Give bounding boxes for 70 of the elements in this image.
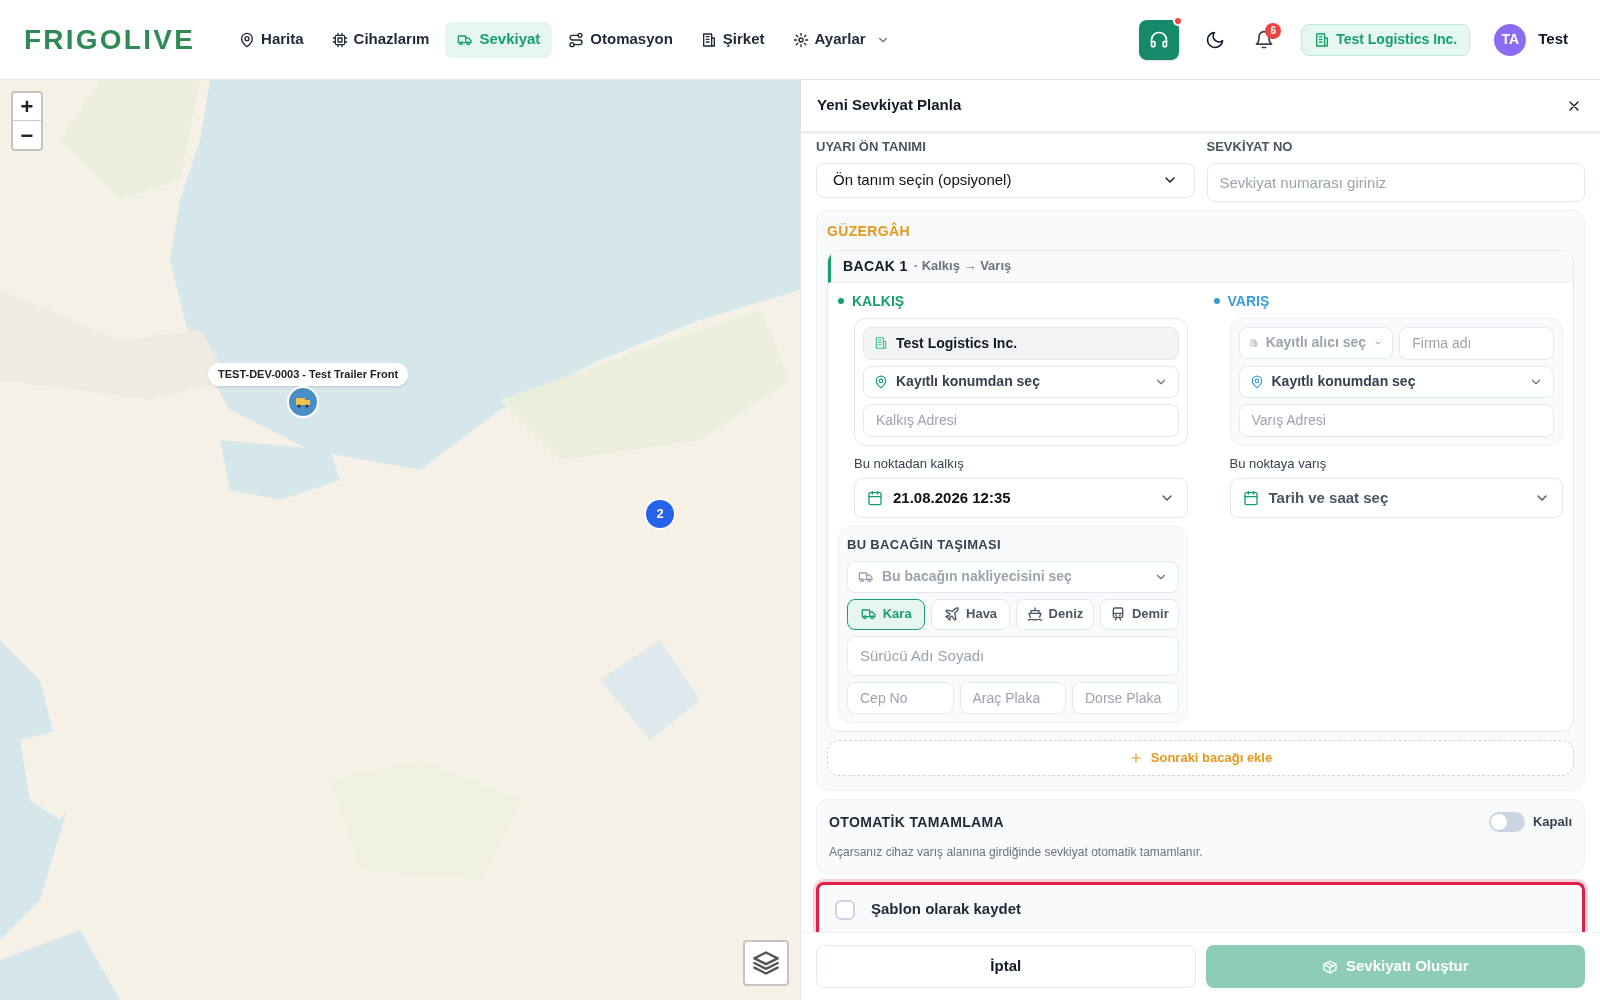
- company-name-field[interactable]: Firma adı: [1399, 326, 1554, 360]
- nav-tab[interactable]: Şirket: [688, 21, 777, 58]
- section-title: OTOMATİK TAMAMLAMA: [829, 812, 1005, 832]
- layers-icon: [752, 949, 780, 977]
- nav-tab[interactable]: Cihazlarım: [319, 21, 442, 58]
- date-time-select[interactable]: 21.08.2026 12:35: [854, 478, 1188, 518]
- pin-icon: [1249, 374, 1264, 389]
- column-title: KALKIŞ: [852, 291, 905, 311]
- vehicle-info-field[interactable]: Cep No: [847, 681, 954, 714]
- template-option[interactable]: Şablon olarak kaydet: [816, 881, 1585, 932]
- moon-icon: [1205, 29, 1226, 50]
- calendar-icon: [1242, 490, 1259, 506]
- cancel-button[interactable]: İptal: [816, 945, 1196, 988]
- pin-icon: [239, 31, 256, 48]
- location-select[interactable]: Kayıtlı konumdan seç: [1238, 365, 1554, 398]
- route-icon: [568, 31, 585, 48]
- building-icon: [700, 31, 717, 48]
- vehicle-info-field[interactable]: Araç Plaka: [959, 681, 1066, 714]
- shipment-number-field[interactable]: Sevkiyat numarası giriniz: [1206, 162, 1585, 202]
- plane-icon: [944, 606, 960, 622]
- marker-tooltip: TEST-DEV-0003 - Test Trailer Front: [208, 363, 409, 386]
- nav-tab[interactable]: Otomasyon: [556, 21, 685, 58]
- truck-icon: [860, 606, 877, 622]
- avatar[interactable]: TA: [1494, 23, 1527, 56]
- zoom-out-button[interactable]: −: [13, 121, 41, 149]
- nav-tab[interactable]: Harita: [227, 21, 316, 58]
- notification-count: 6: [1265, 22, 1282, 39]
- package-icon: [1321, 958, 1338, 975]
- location-select[interactable]: Kayıtlı konumdan seç: [863, 365, 1179, 398]
- date-time-select[interactable]: Tarih ve saat seç: [1229, 478, 1563, 518]
- checkbox[interactable]: [835, 899, 855, 920]
- toggle-switch[interactable]: [1489, 812, 1525, 832]
- field-label: Bu noktadan kalkış: [854, 454, 965, 473]
- company-field: Test Logistics Inc.: [863, 326, 1179, 360]
- leg-title: BACAK 1: [843, 256, 908, 276]
- section-title: BU BACAĞIN TAŞIMASI: [847, 536, 1002, 554]
- column-title: VARIŞ: [1227, 291, 1270, 311]
- driver-name-field[interactable]: Sürücü Adı Soyadı: [847, 635, 1179, 676]
- support-button[interactable]: [1139, 19, 1180, 60]
- transport-mode-tab[interactable]: Deniz: [1015, 598, 1095, 630]
- truck-marker-icon[interactable]: [287, 386, 319, 418]
- address-field[interactable]: Kalkış Adresi: [863, 403, 1179, 437]
- leg-subtitle: · Kalkış → Varış: [913, 257, 1012, 276]
- preset-select[interactable]: Ön tanım seçin (opsiyonel): [816, 162, 1195, 198]
- field-label: SEVKİYAT NO: [1206, 138, 1294, 156]
- zoom-in-button[interactable]: +: [13, 93, 41, 121]
- layers-button[interactable]: [743, 940, 789, 986]
- address-field[interactable]: Varış Adresi: [1238, 403, 1554, 437]
- logo[interactable]: FRIGOLIVE: [24, 18, 196, 61]
- field-label: Bu noktaya varış: [1229, 454, 1328, 473]
- transport-mode-tab[interactable]: Demir: [1100, 598, 1179, 630]
- toggle-label: Kapalı: [1533, 813, 1572, 832]
- headset-icon: [1149, 29, 1170, 50]
- building-icon: [874, 336, 888, 350]
- calendar-icon: [867, 490, 883, 506]
- transport-mode-tab[interactable]: Hava: [931, 598, 1010, 630]
- notifications-button[interactable]: 6: [1247, 22, 1282, 57]
- vehicle-info-field[interactable]: Dorse Plaka: [1072, 681, 1179, 714]
- ship-icon: [1026, 606, 1043, 622]
- nav-tab[interactable]: Ayarlar: [780, 21, 902, 58]
- building-icon: [1314, 31, 1331, 48]
- pin-icon: [874, 374, 888, 389]
- settings-icon: [792, 31, 809, 48]
- user-name[interactable]: Test: [1538, 28, 1568, 51]
- description-text: Açarsanız cihaz varış alanına girdiğinde sevkiyat otomatik tamamlanır.: [829, 843, 1204, 861]
- plus-icon: [1128, 750, 1143, 765]
- chip-icon: [331, 31, 348, 48]
- panel-title: Yeni Sevkiyat Planla: [817, 95, 962, 116]
- section-title: GÜZERGÂH: [827, 221, 911, 241]
- field-label: UYARI ÖN TANIMI: [816, 138, 927, 156]
